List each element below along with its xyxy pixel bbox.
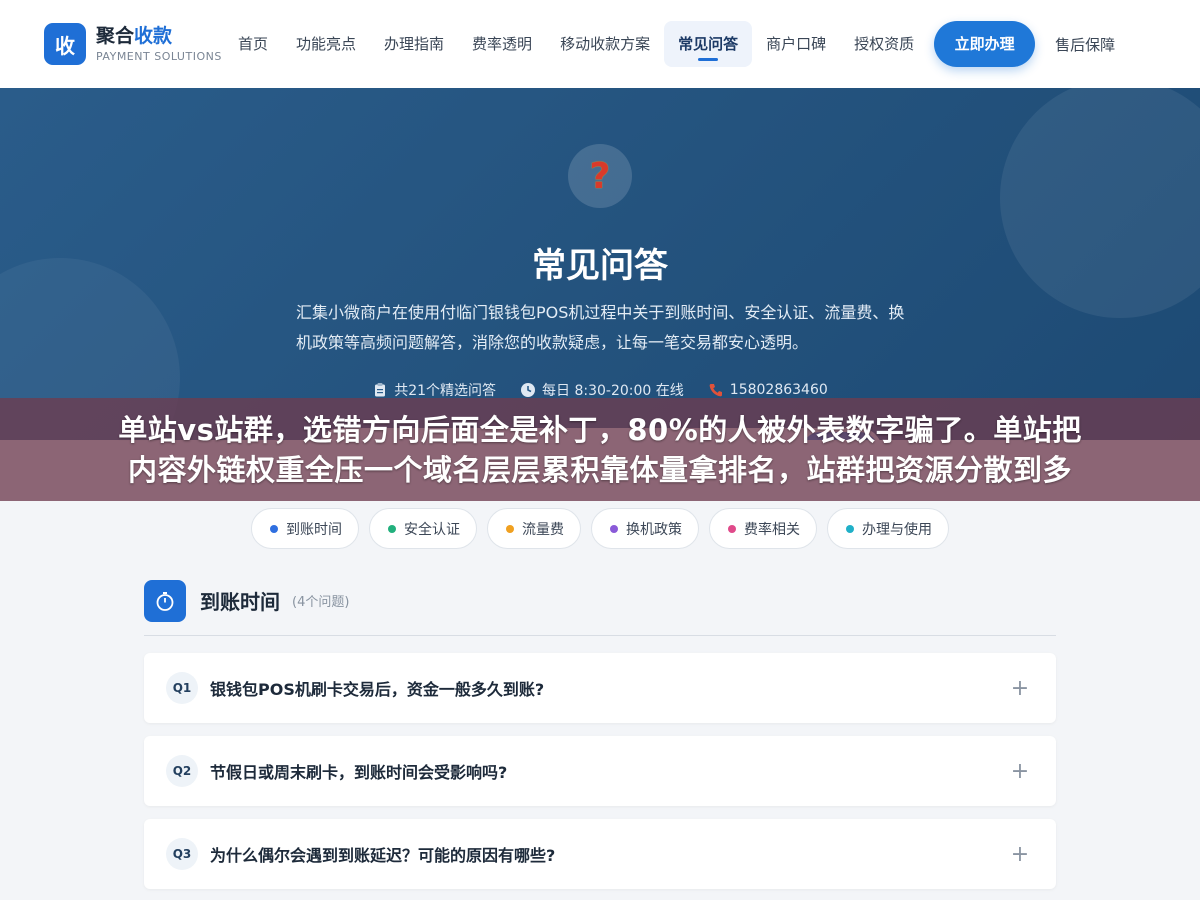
nav-item[interactable]: 办理指南 (370, 21, 458, 67)
section-header: 到账时间 (4个问题) (144, 579, 1056, 636)
chip-dot-icon (270, 524, 278, 533)
apply-now-button[interactable]: 立即办理 (934, 21, 1036, 67)
category-chip[interactable]: 流量费 (487, 508, 581, 549)
category-filter: 到账时间 安全认证 流量费 换机政策 费率相关 办理与使用 (0, 508, 1200, 549)
nav-item[interactable]: 功能亮点 (282, 21, 370, 67)
category-chip[interactable]: 费率相关 (709, 508, 817, 549)
plus-icon[interactable]: + (1010, 759, 1030, 784)
logo-mark: 收 (44, 23, 86, 65)
plus-icon[interactable]: + (1010, 676, 1030, 701)
chip-label: 安全认证 (404, 521, 460, 538)
chip-dot-icon (388, 524, 396, 533)
brand-logo[interactable]: 收 聚合收款 PAYMENT SOLUTIONS (44, 23, 224, 65)
meta-phone[interactable]: 15802863460 (708, 380, 828, 400)
faq-number: Q2 (166, 755, 198, 787)
chip-dot-icon (506, 524, 514, 533)
category-chip[interactable]: 到账时间 (251, 508, 359, 549)
nav-item[interactable]: 常见问答 (664, 21, 753, 67)
plus-icon[interactable]: + (1010, 842, 1030, 867)
hero-section: ? 常见问答 汇集小微商户在使用付临门银钱包POS机过程中关于到账时间、安全认证… (0, 88, 1200, 440)
faq-question: 银钱包POS机刷卡交易后，资金一般多久到账? (210, 680, 545, 699)
meta-hours: 每日 8:30-20:00 在线 (520, 380, 684, 400)
meta-count: 共21个精选问答 (372, 380, 496, 400)
top-navbar: 收 聚合收款 PAYMENT SOLUTIONS 首页 功能亮点 办理指南 费率透明移… (0, 0, 1200, 88)
faq-question: 为什么偶尔会遇到到账延迟？可能的原因有哪些? (210, 846, 556, 865)
chip-dot-icon (846, 524, 854, 533)
nav-item[interactable]: 首页 (224, 21, 282, 67)
page-title: 常见问答 (532, 246, 668, 286)
nav-item-after-sales[interactable]: 售后保障 (1055, 34, 1115, 55)
faq-question: 节假日或周末刷卡，到账时间会受影响吗? (210, 763, 508, 782)
question-mark-icon: ? (568, 144, 632, 208)
clipboard-icon (375, 383, 386, 397)
chip-label: 流量费 (522, 521, 564, 538)
section-count: (4个问题) (292, 595, 350, 610)
chip-dot-icon (610, 524, 618, 533)
category-chip[interactable]: 换机政策 (591, 508, 699, 549)
faq-item[interactable]: Q2 节假日或周末刷卡，到账时间会受影响吗? + (144, 736, 1056, 806)
chip-dot-icon (728, 524, 736, 533)
faq-item[interactable]: Q3 为什么偶尔会遇到到账延迟？可能的原因有哪些? + (144, 819, 1056, 889)
page-description: 汇集小微商户在使用付临门银钱包POS机过程中关于到账时间、安全认证、流量费、换机… (296, 303, 905, 352)
nav-item[interactable]: 商户口碑 (752, 21, 840, 67)
brand-subtitle: PAYMENT SOLUTIONS (96, 50, 222, 63)
chip-label: 办理与使用 (862, 521, 932, 538)
nav-item[interactable]: 费率透明 (458, 21, 546, 67)
chip-label: 费率相关 (744, 521, 800, 538)
category-chip[interactable]: 办理与使用 (827, 508, 949, 549)
faq-item[interactable]: Q1 银钱包POS机刷卡交易后，资金一般多久到账? + (144, 653, 1056, 723)
nav-menu: 首页 功能亮点 办理指南 费率透明 移动收款方案 常见问答 商户口碑 授权资质 (224, 21, 928, 67)
brand-title: 聚合收款 (96, 25, 173, 47)
faq-number: Q1 (166, 672, 198, 704)
chip-label: 换机政策 (626, 521, 682, 538)
phone-icon (709, 384, 722, 397)
section-title: 到账时间 (200, 590, 280, 614)
nav-item[interactable]: 授权资质 (840, 21, 928, 67)
category-chip[interactable]: 安全认证 (369, 508, 477, 549)
overlay-banner: 单站vs站群，选错方向后面全是补丁，80%的人被外表数字骗了。单站把 内容外链权… (0, 398, 1200, 501)
banner-line-1: 单站vs站群，选错方向后面全是补丁，80%的人被外表数字骗了。单站把 (118, 412, 1082, 447)
banner-line-2: 内容外链权重全压一个域名层层累积靠体量拿排名，站群把资源分散到多 (127, 452, 1072, 487)
faq-number: Q3 (166, 838, 198, 870)
stopwatch-icon (144, 579, 186, 622)
chip-label: 到账时间 (286, 521, 342, 538)
logo-text: 聚合收款 PAYMENT SOLUTIONS (96, 25, 222, 63)
hero-meta: 共21个精选问答 每日 8:30-20:00 在线 15802863460 (0, 380, 1200, 400)
nav-item[interactable]: 移动收款方案 (546, 21, 664, 67)
clock-icon (521, 383, 536, 397)
